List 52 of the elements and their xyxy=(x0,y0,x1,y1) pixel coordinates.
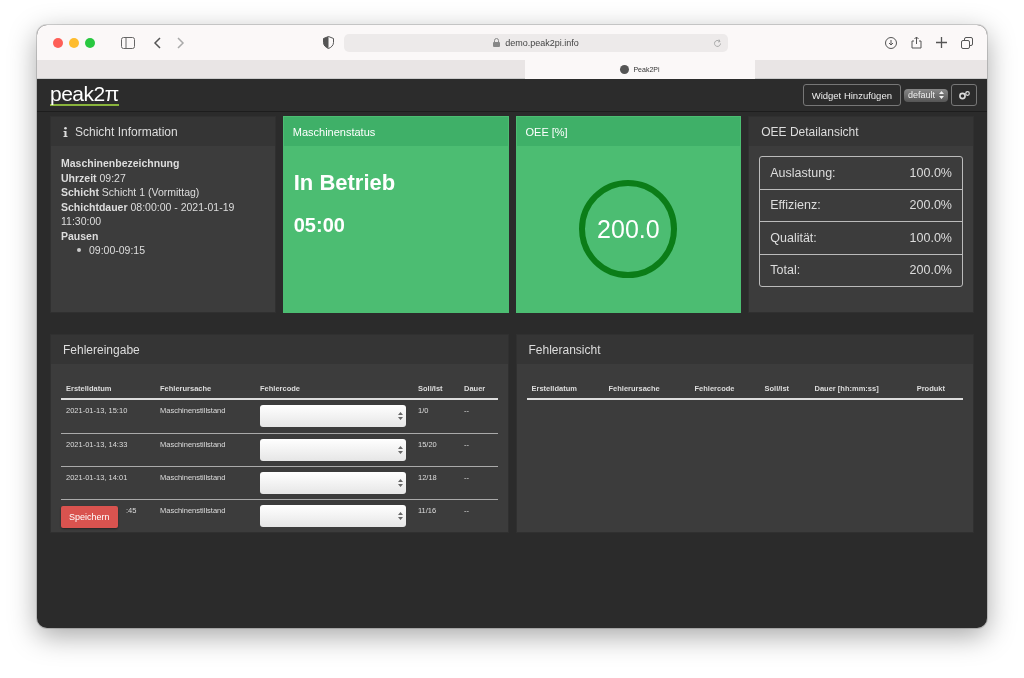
download-icon[interactable] xyxy=(885,36,897,49)
forward-icon[interactable] xyxy=(177,36,185,49)
metric-label: Total: xyxy=(770,263,801,278)
status-time: 05:00 xyxy=(293,214,346,237)
metric-value: 200.0% xyxy=(909,263,952,278)
panel-title: OEE Detailansicht xyxy=(761,124,859,139)
break-item: 09:00-09:15 xyxy=(89,243,146,258)
panel-title: Schicht Information xyxy=(75,124,178,139)
info-label: Pausen xyxy=(61,228,100,243)
close-window-button[interactable] xyxy=(53,37,63,48)
url-text: demo.peak2pi.info xyxy=(505,37,579,48)
shield-icon[interactable] xyxy=(323,36,334,49)
up-down-arrows-icon xyxy=(398,479,403,487)
oee-value: 200.0 xyxy=(597,214,660,244)
panel-title: OEE [%] xyxy=(525,125,568,138)
up-down-arrows-icon xyxy=(398,412,403,420)
minimize-window-button[interactable] xyxy=(69,37,79,48)
lock-icon xyxy=(493,38,501,47)
sidebar-icon[interactable] xyxy=(121,36,135,49)
share-icon[interactable] xyxy=(911,36,922,49)
info-line: Maschinenbezeichnung xyxy=(61,156,181,171)
gears-icon xyxy=(958,90,970,100)
new-tab-icon[interactable] xyxy=(936,37,947,48)
zoom-window-button[interactable] xyxy=(85,37,95,48)
up-down-arrows-icon xyxy=(939,91,944,99)
bullet-icon xyxy=(77,248,81,253)
up-down-arrows-icon xyxy=(398,512,403,520)
metric-value: 200.0% xyxy=(909,198,952,213)
panel-title: Fehlereingabe xyxy=(63,342,140,357)
info-line: Uhrzeit 09:27 xyxy=(61,170,127,185)
save-button[interactable]: Speichern xyxy=(61,506,118,528)
metric-label: Qualität: xyxy=(770,230,817,245)
info-line: Schichtdauer 08:00:00 - 2021-01-19 11:30:00 xyxy=(61,199,236,229)
panel-title: Maschinenstatus xyxy=(292,125,376,138)
logo: peak2π xyxy=(50,84,119,106)
info-line: Schicht Schicht 1 (Vormittag) xyxy=(61,185,201,200)
metric-value: 100.0% xyxy=(909,230,952,245)
up-down-arrows-icon xyxy=(398,446,403,454)
tabs-overview-icon[interactable] xyxy=(961,36,973,49)
info-icon xyxy=(63,126,68,137)
reload-icon[interactable] xyxy=(713,38,722,48)
favicon-icon xyxy=(620,65,630,74)
add-widget-button[interactable]: Widget Hinzufügen xyxy=(802,84,901,106)
metric-value: 100.0% xyxy=(909,165,952,180)
metric-label: Auslastung: xyxy=(770,165,836,180)
settings-button[interactable] xyxy=(951,84,977,106)
back-icon[interactable] xyxy=(153,36,161,49)
metric-label: Effizienz: xyxy=(770,198,821,213)
layout-select[interactable]: default xyxy=(903,88,948,102)
machine-status: In Betrieb xyxy=(293,170,397,196)
panel-title: Fehleransicht xyxy=(528,342,601,357)
address-bar[interactable]: demo.peak2pi.info xyxy=(344,33,728,52)
